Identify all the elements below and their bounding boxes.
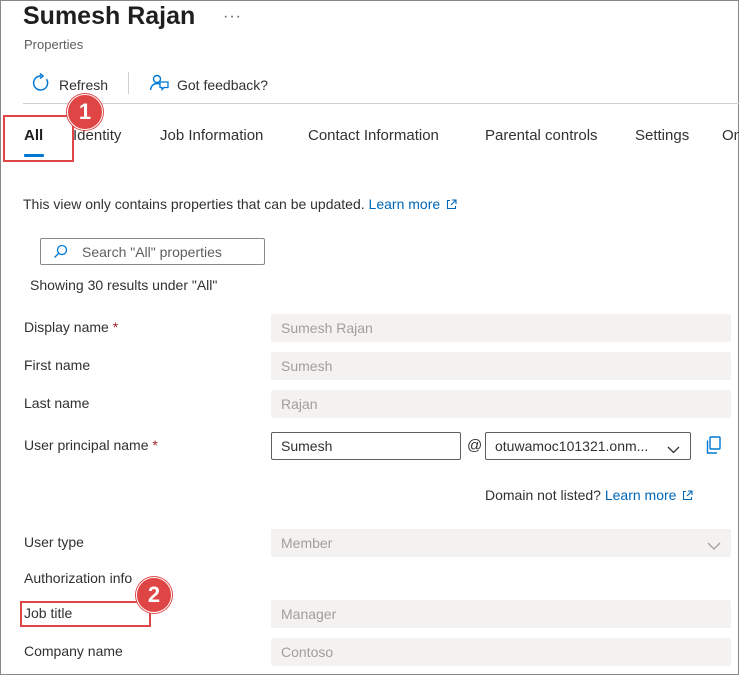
last-name-label: Last name xyxy=(24,395,90,411)
authorization-info-label: Authorization info xyxy=(24,570,133,586)
more-options-button[interactable]: ··· xyxy=(223,8,242,26)
chevron-down-icon xyxy=(667,441,680,457)
first-name-label: First name xyxy=(24,357,91,373)
chevron-down-icon xyxy=(707,537,721,553)
external-link-icon xyxy=(682,488,693,504)
display-name-label: Display name * xyxy=(24,319,119,335)
annotation-box-2 xyxy=(20,601,151,627)
user-type-dropdown: Member xyxy=(271,529,731,557)
upn-domain-value: otuwamoc101321.onm... xyxy=(495,438,649,454)
page-subtitle: Properties xyxy=(24,37,84,52)
job-title-field: Manager xyxy=(271,600,731,628)
feedback-icon xyxy=(149,73,169,96)
tab-parental-controls[interactable]: Parental controls xyxy=(485,127,598,144)
required-marker: * xyxy=(152,437,158,453)
upn-label: User principal name * xyxy=(24,437,158,453)
header-divider xyxy=(23,103,739,104)
info-text-line: This view only contains properties that … xyxy=(23,196,457,213)
tab-overflow[interactable]: On xyxy=(722,127,739,144)
external-link-icon xyxy=(446,197,457,213)
annotation-badge-2: 2 xyxy=(136,577,172,613)
domain-learn-more-link[interactable]: Learn more xyxy=(605,487,694,503)
first-name-field: Sumesh xyxy=(271,352,731,380)
tab-contact-information[interactable]: Contact Information xyxy=(308,127,439,144)
search-box[interactable] xyxy=(40,238,265,265)
feedback-button[interactable]: Got feedback? xyxy=(149,73,268,96)
refresh-label: Refresh xyxy=(59,76,109,93)
page-title: Sumesh Rajan xyxy=(23,2,196,30)
annotation-box-1 xyxy=(3,115,74,162)
info-text: This view only contains properties that … xyxy=(23,196,365,212)
company-name-label: Company name xyxy=(24,643,123,659)
required-marker: * xyxy=(112,319,119,335)
user-type-value: Member xyxy=(281,535,333,551)
refresh-button[interactable]: Refresh xyxy=(31,72,109,96)
domain-not-listed-line: Domain not listed? Learn more xyxy=(485,487,693,504)
tab-job-information[interactable]: Job Information xyxy=(160,127,263,144)
display-name-field: Sumesh Rajan xyxy=(271,314,731,342)
copy-icon[interactable] xyxy=(705,436,722,460)
refresh-icon xyxy=(31,72,51,96)
results-count: Showing 30 results under "All" xyxy=(30,277,218,293)
learn-more-link[interactable]: Learn more xyxy=(369,196,458,212)
company-name-field: Contoso xyxy=(271,638,731,666)
at-symbol: @ xyxy=(467,437,483,454)
upn-username-input[interactable]: Sumesh xyxy=(271,432,461,460)
annotation-badge-1: 1 xyxy=(67,94,103,130)
user-type-label: User type xyxy=(24,534,84,550)
domain-not-listed-text: Domain not listed? xyxy=(485,487,601,503)
tab-settings[interactable]: Settings xyxy=(635,127,689,144)
search-icon xyxy=(53,244,68,259)
upn-domain-dropdown[interactable]: otuwamoc101321.onm... xyxy=(485,432,691,460)
last-name-field: Rajan xyxy=(271,390,731,418)
feedback-label: Got feedback? xyxy=(177,76,269,93)
search-input[interactable] xyxy=(80,242,254,261)
toolbar-separator xyxy=(128,72,129,94)
